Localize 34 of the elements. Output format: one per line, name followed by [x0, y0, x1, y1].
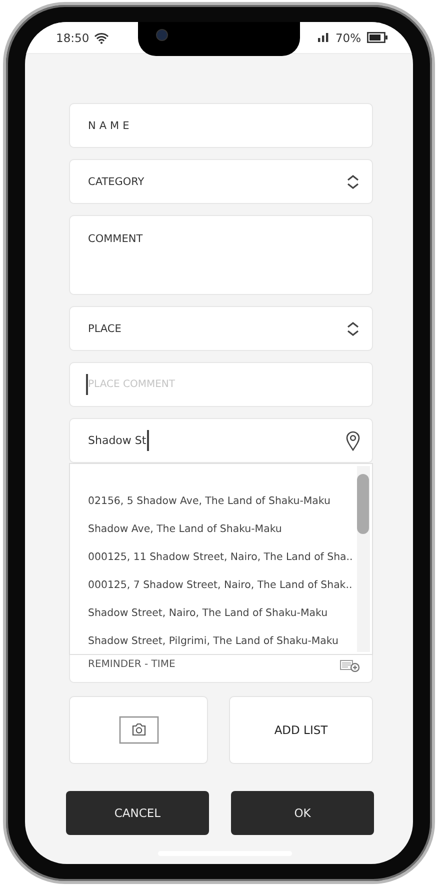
- field-label: COMMENT: [88, 233, 143, 245]
- location-pin-icon: [346, 430, 360, 450]
- address-field[interactable]: Shadow St: [69, 418, 373, 463]
- battery-percent: 70%: [335, 30, 361, 44]
- calendar-add-icon: [340, 660, 360, 672]
- field-label: CATEGORY: [88, 176, 144, 188]
- ok-button[interactable]: OK: [231, 791, 374, 835]
- comment-field[interactable]: COMMENT: [69, 215, 373, 295]
- wifi-icon: [94, 32, 110, 44]
- suggestion-item[interactable]: 000125, 7 Shadow Street, Nairo, The Land of Shak..: [88, 578, 357, 606]
- field-value: Shadow St: [88, 434, 146, 447]
- scrollbar[interactable]: [357, 466, 370, 652]
- scrollbar-thumb[interactable]: [357, 474, 369, 534]
- clock-time: 18:50: [56, 30, 90, 44]
- name-field[interactable]: NAME: [69, 103, 373, 148]
- cancel-button[interactable]: CANCEL: [66, 791, 209, 835]
- chevron-updown-icon: [346, 174, 360, 190]
- photo-button[interactable]: [69, 696, 208, 764]
- dropdown-field[interactable]: PLACE: [69, 306, 373, 351]
- dropdown-field[interactable]: CATEGORY: [69, 159, 373, 204]
- chevron-updown-icon: [346, 320, 360, 336]
- camera-icon: [118, 716, 158, 744]
- signal-icon: [318, 33, 330, 42]
- add-list-button[interactable]: ADD LIST: [229, 696, 373, 764]
- placeholder-text: PLACE COMMENT: [88, 379, 175, 390]
- suggestion-item[interactable]: Shadow Street, Pilgrimi, The Land of Shaku-Maku: [88, 634, 357, 650]
- suggestion-item[interactable]: 02156, 5 Shadow Ave, The Land of Shaku-Maku: [88, 494, 357, 522]
- field-label: NAME: [88, 120, 133, 132]
- suggestion-item[interactable]: Shadow Ave, The Land of Shaku-Maku: [88, 522, 357, 550]
- field-label: PLACE: [88, 322, 122, 334]
- battery-icon: [367, 32, 388, 43]
- camera-icon: [156, 29, 168, 41]
- suggestion-item[interactable]: 000125, 11 Shadow Street, Nairo, The Land of Sha..: [88, 550, 357, 578]
- field-label: REMINDER - TIME: [88, 660, 176, 670]
